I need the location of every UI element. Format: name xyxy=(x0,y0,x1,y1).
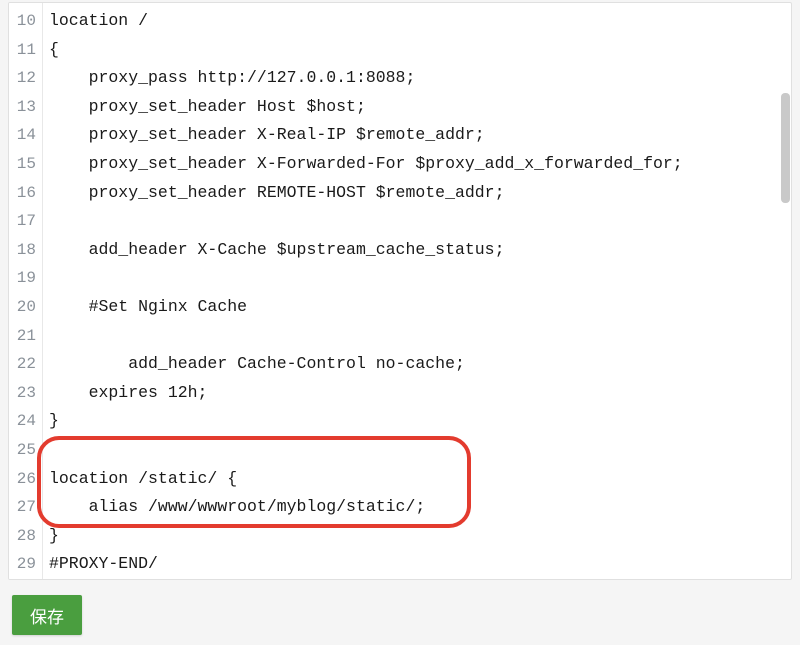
code-line[interactable]: proxy_set_header Host $host; xyxy=(49,93,791,122)
save-button-label: 保存 xyxy=(30,603,64,628)
code-line[interactable]: proxy_pass http://127.0.0.1:8088; xyxy=(49,64,791,93)
code-line[interactable]: #PROXY-END/ xyxy=(49,550,791,579)
line-number: 18 xyxy=(9,236,42,265)
code-line[interactable]: #Set Nginx Cache xyxy=(49,293,791,322)
line-number: 14 xyxy=(9,121,42,150)
line-number: 19 xyxy=(9,264,42,293)
line-number: 22 xyxy=(9,350,42,379)
code-line[interactable]: proxy_set_header X-Real-IP $remote_addr; xyxy=(49,121,791,150)
code-line[interactable]: add_header Cache-Control no-cache; xyxy=(49,350,791,379)
line-number: 15 xyxy=(9,150,42,179)
code-content[interactable]: location /{ proxy_pass http://127.0.0.1:… xyxy=(43,3,791,579)
line-number: 29 xyxy=(9,550,42,579)
code-line[interactable]: location / xyxy=(49,7,791,36)
line-number: 10 xyxy=(9,7,42,36)
code-line[interactable]: expires 12h; xyxy=(49,379,791,408)
line-number: 23 xyxy=(9,379,42,408)
code-line[interactable]: alias /www/wwwroot/myblog/static/; xyxy=(49,493,791,522)
vertical-scrollbar[interactable] xyxy=(781,93,790,203)
code-line[interactable]: } xyxy=(49,522,791,551)
code-editor[interactable]: 1011121314151617181920212223242526272829… xyxy=(8,2,792,580)
line-number-gutter: 1011121314151617181920212223242526272829 xyxy=(9,3,43,579)
code-line[interactable]: proxy_set_header X-Forwarded-For $proxy_… xyxy=(49,150,791,179)
line-number: 27 xyxy=(9,493,42,522)
line-number: 21 xyxy=(9,322,42,351)
line-number: 17 xyxy=(9,207,42,236)
line-number: 16 xyxy=(9,179,42,208)
code-line[interactable] xyxy=(49,436,791,465)
line-number: 20 xyxy=(9,293,42,322)
code-line[interactable] xyxy=(49,264,791,293)
line-number: 12 xyxy=(9,64,42,93)
save-button[interactable]: 保存 xyxy=(12,595,82,635)
code-line[interactable]: } xyxy=(49,407,791,436)
line-number: 25 xyxy=(9,436,42,465)
line-number: 24 xyxy=(9,407,42,436)
code-line[interactable]: proxy_set_header REMOTE-HOST $remote_add… xyxy=(49,179,791,208)
line-number: 11 xyxy=(9,36,42,65)
code-line[interactable]: location /static/ { xyxy=(49,465,791,494)
code-line[interactable] xyxy=(49,207,791,236)
code-line[interactable]: add_header X-Cache $upstream_cache_statu… xyxy=(49,236,791,265)
line-number: 13 xyxy=(9,93,42,122)
code-line[interactable] xyxy=(49,322,791,351)
code-line[interactable]: { xyxy=(49,36,791,65)
line-number: 26 xyxy=(9,465,42,494)
line-number: 28 xyxy=(9,522,42,551)
